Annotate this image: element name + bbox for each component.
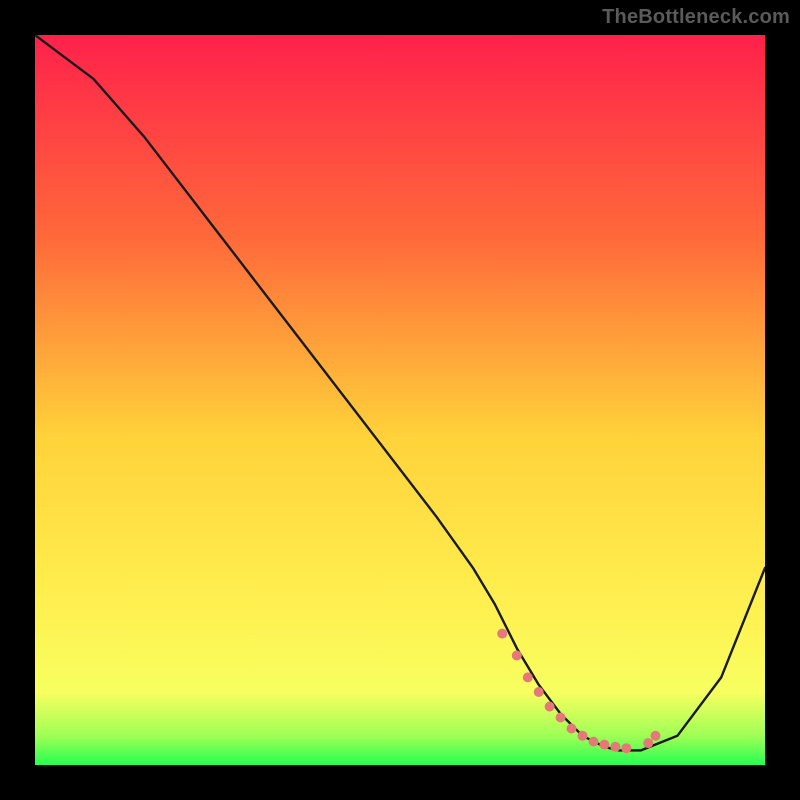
watermark-text: TheBottleneck.com — [602, 6, 790, 29]
sweet-spot-marker — [589, 737, 599, 747]
sweet-spot-marker — [610, 742, 620, 752]
sweet-spot-marker — [578, 731, 588, 741]
sweet-spot-marker — [523, 672, 533, 682]
sweet-spot-marker — [512, 651, 522, 661]
chart-svg — [35, 35, 765, 765]
plot-area — [35, 35, 765, 765]
sweet-spot-marker — [534, 687, 544, 697]
sweet-spot-marker — [643, 738, 653, 748]
gradient-background — [35, 35, 765, 765]
sweet-spot-marker — [621, 743, 631, 753]
chart-container: TheBottleneck.com — [0, 0, 800, 800]
sweet-spot-marker — [545, 702, 555, 712]
sweet-spot-marker — [567, 724, 577, 734]
sweet-spot-marker — [497, 629, 507, 639]
sweet-spot-marker — [556, 713, 566, 723]
sweet-spot-marker — [599, 740, 609, 750]
sweet-spot-marker — [651, 731, 661, 741]
